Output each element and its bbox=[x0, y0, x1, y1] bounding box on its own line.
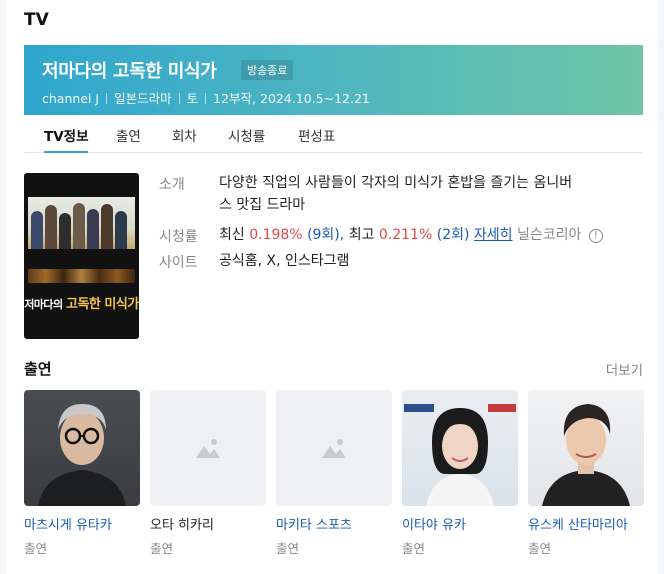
cast-more-link[interactable]: 더보기 bbox=[606, 359, 643, 379]
intro-line-2: 스 맛집 드라마 bbox=[219, 197, 306, 213]
meta-divider bbox=[178, 93, 180, 104]
cast-photo[interactable] bbox=[528, 390, 644, 506]
status-badge: 방송종료 bbox=[241, 60, 294, 80]
rating-best-value: 0.211% bbox=[378, 227, 433, 243]
cast-card[interactable]: 유스케 산타마리아 출연 bbox=[528, 390, 644, 557]
tab-schedule[interactable]: 편성표 bbox=[298, 125, 335, 145]
cast-photo[interactable] bbox=[402, 390, 518, 506]
poster-cast-illustration bbox=[28, 197, 135, 249]
rating-label: 시청률 bbox=[159, 229, 198, 245]
cast-role: 출연 bbox=[528, 541, 552, 556]
image-placeholder-icon bbox=[322, 439, 346, 458]
tab-bar: TV정보 출연 회차 시청률 편성표 bbox=[24, 115, 643, 153]
poster-food-strip bbox=[28, 269, 135, 283]
cast-card[interactable]: 마키타 스포츠 출연 bbox=[276, 390, 392, 557]
cast-name[interactable]: 마키타 스포츠 bbox=[276, 514, 392, 533]
meta-day: 토 bbox=[186, 91, 199, 106]
intro-line-1: 다양한 직업의 사람들이 각자의 미식가 혼밥을 즐기는 옴니버 bbox=[219, 175, 573, 191]
active-tab-indicator bbox=[44, 151, 88, 153]
cast-name[interactable]: 이타야 유카 bbox=[402, 514, 518, 533]
meta-divider bbox=[106, 93, 108, 104]
site-label: 사이트 bbox=[159, 255, 198, 271]
rating-latest-value: 0.198% bbox=[249, 227, 303, 243]
rating-detail-link[interactable]: 자세히 bbox=[474, 227, 513, 243]
program-meta: channel J 일본드라마 토 12부작, 2024.10.5~12.21 bbox=[42, 88, 370, 107]
program-banner: 저마다의 고독한 미식가 방송종료 channel J 일본드라마 토 12부작, 2… bbox=[24, 45, 643, 115]
poster-title-prefix: 저마다의 bbox=[24, 298, 63, 311]
rating-best-episode[interactable]: (2회) bbox=[437, 227, 470, 243]
cast-card[interactable]: 오타 히카리 출연 bbox=[150, 390, 266, 557]
info-circle-icon[interactable]: ! bbox=[588, 229, 603, 243]
rating-latest-episode[interactable]: (9회), bbox=[307, 227, 344, 243]
site-links[interactable]: 공식홈, X, 인스타그램 bbox=[219, 250, 349, 272]
meta-channel[interactable]: channel J bbox=[42, 91, 99, 106]
cast-name[interactable]: 마츠시게 유타카 bbox=[24, 514, 140, 533]
poster-title-main: 고독한 미식가 bbox=[66, 297, 139, 312]
tab-episodes[interactable]: 회차 bbox=[172, 125, 197, 145]
meta-divider bbox=[205, 93, 207, 104]
rating-best-text: 최고 bbox=[348, 227, 375, 243]
cast-photo-placeholder[interactable] bbox=[150, 390, 266, 506]
rating-source: 닐슨코리아 bbox=[517, 227, 582, 243]
program-title[interactable]: 저마다의 고독한 미식가 bbox=[42, 57, 217, 83]
tab-ratings[interactable]: 시청률 bbox=[228, 125, 265, 145]
cast-card[interactable]: 마츠시게 유타카 출연 bbox=[24, 390, 140, 557]
cast-card[interactable]: 이타야 유카 출연 bbox=[402, 390, 518, 557]
cast-photo[interactable] bbox=[24, 390, 140, 506]
cast-role: 출연 bbox=[150, 541, 174, 556]
person-photo-icon bbox=[404, 404, 516, 506]
image-placeholder-icon bbox=[196, 439, 220, 458]
poster-title: 저마다의 고독한 미식가 bbox=[24, 293, 139, 312]
section-title: TV bbox=[24, 10, 49, 30]
meta-genre: 일본드라마 bbox=[114, 91, 172, 106]
tab-tv-info[interactable]: TV정보 bbox=[44, 125, 89, 145]
poster-image[interactable]: 저마다의 고독한 미식가 bbox=[24, 173, 139, 339]
rating-values: 최신 0.198% (9회), 최고 0.211% (2회) 자세히 닐슨코리아… bbox=[219, 224, 603, 246]
cast-photo-placeholder[interactable] bbox=[276, 390, 392, 506]
person-photo-icon bbox=[542, 404, 630, 506]
cast-name: 오타 히카리 bbox=[150, 518, 214, 533]
rating-latest-text: 최신 bbox=[219, 227, 245, 243]
tab-cast[interactable]: 출연 bbox=[116, 125, 141, 145]
cast-role: 출연 bbox=[24, 541, 48, 556]
cast-role: 출연 bbox=[402, 541, 426, 556]
meta-episodes-dates: 12부작, 2024.10.5~12.21 bbox=[213, 91, 370, 106]
cast-role: 출연 bbox=[276, 541, 300, 556]
person-photo-icon bbox=[38, 404, 126, 506]
cast-section-title: 출연 bbox=[24, 360, 52, 378]
intro-label: 소개 bbox=[159, 177, 185, 193]
tv-info-card: TV 저마다의 고독한 미식가 방송종료 channel J 일본드라마 토 12부작… bbox=[6, 0, 658, 574]
intro-text: 다양한 직업의 사람들이 각자의 미식가 혼밥을 즐기는 옴니버 스 맛집 드라… bbox=[219, 172, 572, 216]
cast-name[interactable]: 유스케 산타마리아 bbox=[528, 514, 644, 533]
